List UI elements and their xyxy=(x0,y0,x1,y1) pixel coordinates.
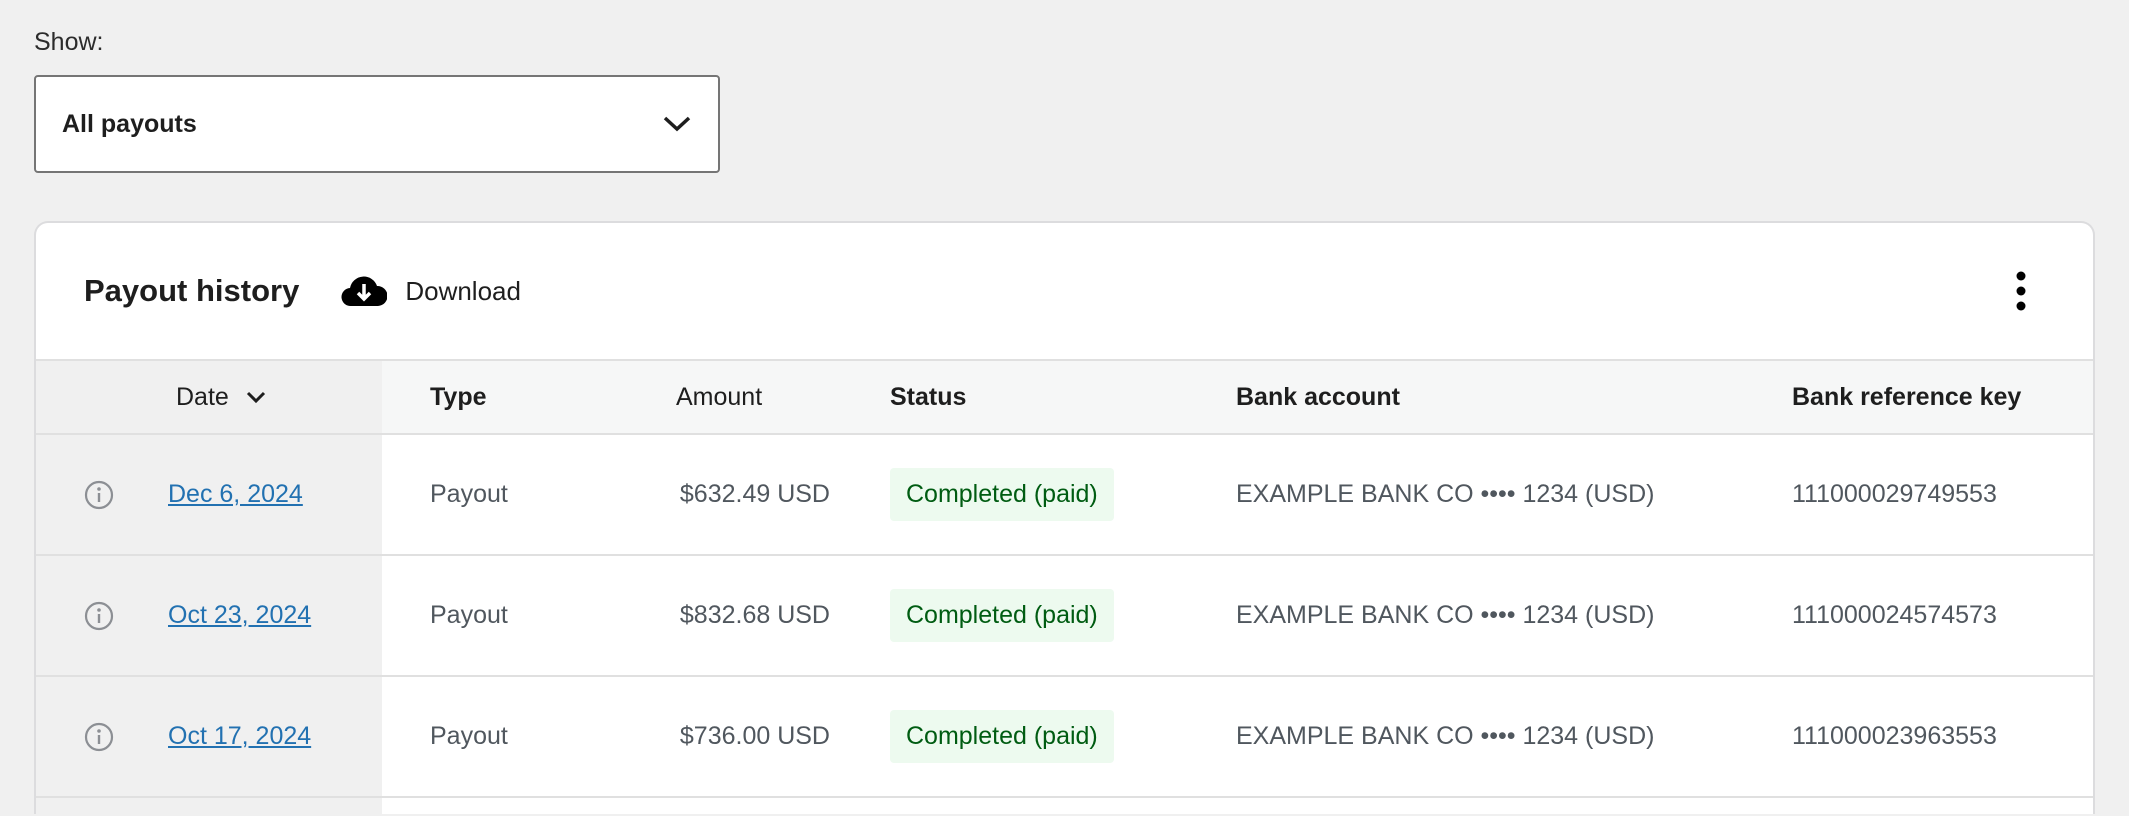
download-button[interactable]: Download xyxy=(341,274,521,308)
card-title: Payout history xyxy=(84,273,300,308)
date-cell xyxy=(36,798,382,814)
payout-history-card: Payout history Download Date Type Amount… xyxy=(34,221,2095,814)
payout-amount: $736.00 USD xyxy=(679,722,830,750)
filter-value: All payouts xyxy=(62,109,197,138)
status-badge: Completed (paid) xyxy=(890,468,1114,521)
column-header-reference: Bank reference key xyxy=(1792,382,2022,411)
column-header-status: Status xyxy=(890,382,967,411)
table-row xyxy=(36,798,2093,814)
bank-reference-key: 111000023963553 xyxy=(1792,722,1997,750)
table-row: Dec 6, 2024 Payout $632.49 USD Completed… xyxy=(36,435,2093,556)
more-options-icon[interactable] xyxy=(2015,271,2027,311)
bank-reference-key: 111000029749553 xyxy=(1792,480,1997,508)
payout-amount: $832.68 USD xyxy=(679,601,830,629)
bank-account: EXAMPLE BANK CO •••• 1234 (USD) xyxy=(1236,601,1655,629)
bank-reference-key: 111000024574573 xyxy=(1792,601,1997,629)
cloud-download-icon xyxy=(341,276,388,307)
table-row: Oct 17, 2024 Payout $736.00 USD Complete… xyxy=(36,677,2093,798)
date-header-label: Date xyxy=(176,382,229,411)
payout-filter-select[interactable]: All payouts xyxy=(34,75,720,173)
info-icon[interactable] xyxy=(84,480,114,510)
status-badge: Completed (paid) xyxy=(890,710,1114,763)
column-header-type: Type xyxy=(430,382,487,411)
payout-date-link[interactable]: Oct 17, 2024 xyxy=(168,722,311,751)
column-header-date[interactable]: Date xyxy=(36,361,382,433)
column-header-bank-account: Bank account xyxy=(1236,382,1400,411)
payout-type: Payout xyxy=(430,480,508,508)
payout-date-link[interactable]: Dec 6, 2024 xyxy=(168,480,303,509)
payout-date-link[interactable]: Oct 23, 2024 xyxy=(168,601,311,630)
table-row: Oct 23, 2024 Payout $832.68 USD Complete… xyxy=(36,556,2093,677)
sort-chevron-icon xyxy=(246,391,266,404)
table-header: Date Type Amount Status Bank account Ban… xyxy=(36,361,2093,435)
payout-type: Payout xyxy=(430,722,508,750)
chevron-down-icon xyxy=(663,116,691,132)
info-icon[interactable] xyxy=(84,601,114,631)
column-header-amount: Amount xyxy=(676,382,763,411)
bank-account: EXAMPLE BANK CO •••• 1234 (USD) xyxy=(1236,722,1655,750)
info-icon[interactable] xyxy=(84,722,114,752)
payout-type: Payout xyxy=(430,601,508,629)
bank-account: EXAMPLE BANK CO •••• 1234 (USD) xyxy=(1236,480,1655,508)
status-badge: Completed (paid) xyxy=(890,589,1114,642)
filter-label: Show: xyxy=(34,28,104,56)
download-label: Download xyxy=(405,275,521,306)
payout-amount: $632.49 USD xyxy=(679,480,830,508)
